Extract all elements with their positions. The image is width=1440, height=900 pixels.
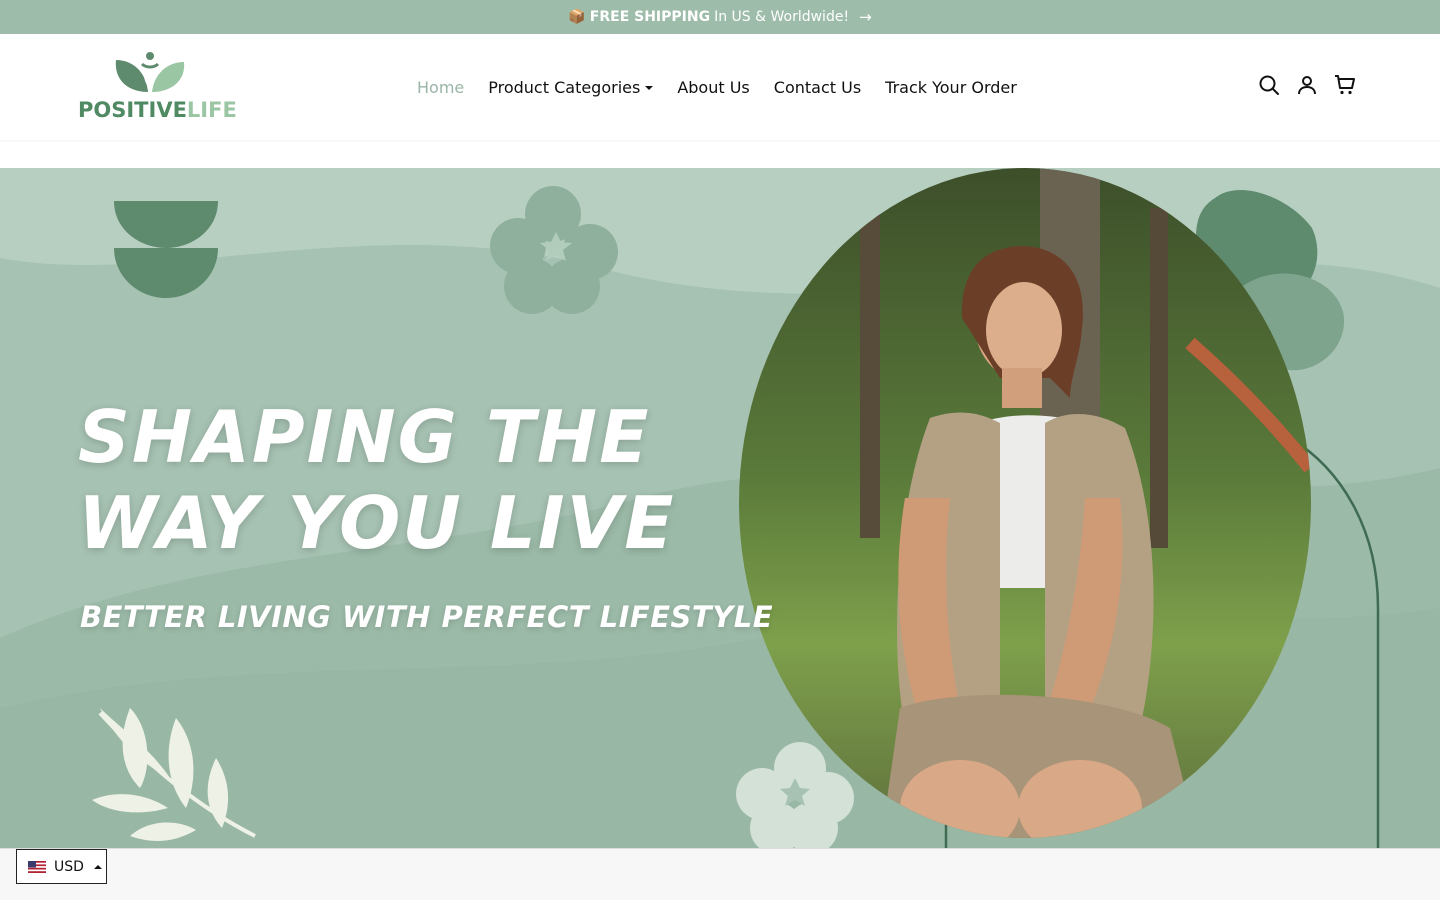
announcement-text: In US & Worldwide! bbox=[714, 9, 850, 25]
hero-headline-line2: WAY YOU LIVE bbox=[78, 481, 676, 566]
account-icon[interactable] bbox=[1296, 74, 1318, 96]
nav-about-us[interactable]: About Us bbox=[677, 78, 749, 97]
bottom-bar bbox=[0, 848, 1440, 900]
site-header: POSITIVELIFE Home Product Categories Abo… bbox=[0, 34, 1440, 140]
package-emoji-icon: 📦 bbox=[568, 9, 586, 25]
currency-code: USD bbox=[54, 858, 84, 875]
announcement-bold-text: FREE SHIPPING bbox=[589, 9, 711, 25]
logo-wordmark: POSITIVELIFE bbox=[78, 98, 237, 122]
nav-contact-us[interactable]: Contact Us bbox=[774, 78, 861, 97]
caret-up-icon bbox=[93, 864, 102, 869]
leaf-logo-icon bbox=[115, 52, 185, 95]
hero-headline-line1: SHAPING THE bbox=[78, 395, 651, 479]
arrow-right-icon: → bbox=[859, 8, 872, 26]
nav-track-your-order[interactable]: Track Your Order bbox=[885, 78, 1017, 97]
site-logo[interactable]: POSITIVELIFE bbox=[78, 50, 237, 125]
search-icon[interactable] bbox=[1258, 74, 1280, 96]
nav-home[interactable]: Home bbox=[417, 78, 464, 97]
nav-product-categories[interactable]: Product Categories bbox=[488, 78, 654, 97]
us-flag-icon bbox=[28, 860, 46, 873]
currency-selector[interactable]: USD bbox=[16, 849, 107, 884]
hero-banner[interactable]: SHAPING THE WAY YOU LIVE BETTER LIVING W… bbox=[0, 168, 1440, 848]
announcement-bar[interactable]: 📦 FREE SHIPPING In US & Worldwide! → bbox=[0, 0, 1440, 34]
caret-down-icon bbox=[645, 86, 654, 90]
hero-headline: SHAPING THE WAY YOU LIVE bbox=[78, 394, 675, 567]
main-nav: Home Product Categories About Us Contact… bbox=[417, 34, 1017, 140]
hero-subheadline: BETTER LIVING WITH PERFECT LIFESTYLE bbox=[80, 600, 774, 634]
header-icons bbox=[1258, 74, 1356, 96]
cart-icon[interactable] bbox=[1334, 74, 1356, 96]
